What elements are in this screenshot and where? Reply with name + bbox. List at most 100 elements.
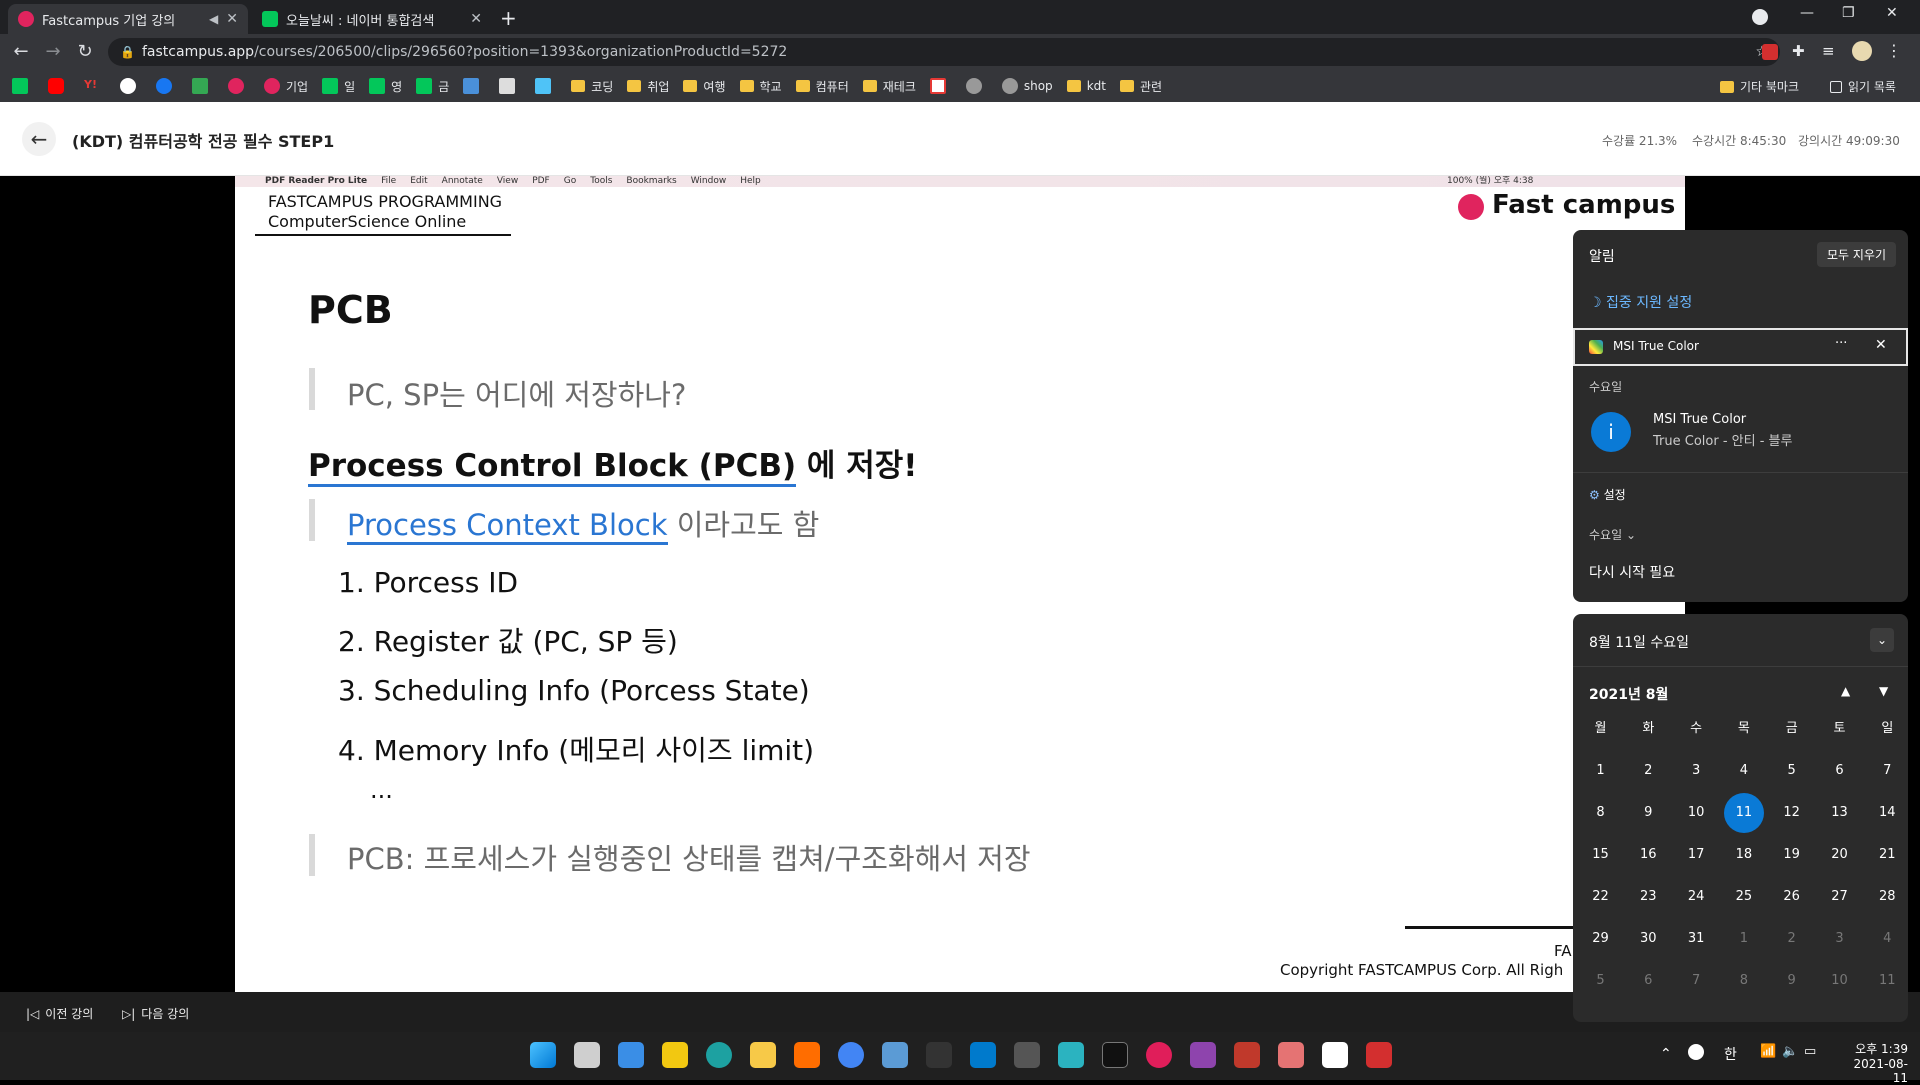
- notion-icon[interactable]: [1322, 1042, 1348, 1068]
- visual-studio-icon[interactable]: [1190, 1042, 1216, 1068]
- calendar-day[interactable]: 8: [1577, 792, 1624, 834]
- chrome-icon[interactable]: [838, 1042, 864, 1068]
- maximize-button[interactable]: ❐: [1842, 5, 1855, 21]
- calendar-day[interactable]: 31: [1673, 918, 1720, 960]
- bookmark-facebook-icon[interactable]: [156, 78, 178, 94]
- bookmark-folder[interactable]: 취업: [627, 78, 669, 95]
- bookmark-folder[interactable]: 코딩: [571, 78, 613, 95]
- calendar-day[interactable]: 3: [1673, 750, 1720, 792]
- minimize-button[interactable]: —: [1800, 5, 1814, 21]
- start-windows-icon[interactable]: [530, 1042, 556, 1068]
- notification-group-toggle[interactable]: 수요일 ⌄: [1589, 526, 1636, 543]
- calendar-day[interactable]: 9: [1768, 960, 1815, 1002]
- calendar-day[interactable]: 9: [1625, 792, 1672, 834]
- app-icon[interactable]: [926, 1042, 952, 1068]
- calendar-day[interactable]: 26: [1768, 876, 1815, 918]
- calendar-day[interactable]: 19: [1768, 834, 1815, 876]
- prev-lecture-button[interactable]: |◁ 이전 강의: [26, 1005, 93, 1022]
- bookmark-yahoo-icon[interactable]: Y!: [84, 78, 106, 94]
- back-arrow-icon[interactable]: ←: [8, 40, 34, 64]
- close-tab-icon[interactable]: ✕: [470, 11, 482, 27]
- bookmark-fastcampus-icon[interactable]: [228, 78, 250, 94]
- address-bar[interactable]: 🔒 fastcampus.app/courses/206500/clips/29…: [108, 38, 1780, 66]
- chevron-up-icon[interactable]: ⌃: [1660, 1046, 1672, 1062]
- tab-naver[interactable]: 오늘날씨 : 네이버 통합검색 ✕: [252, 4, 492, 34]
- clear-all-button[interactable]: 모두 지우기: [1816, 242, 1896, 267]
- edge-icon[interactable]: [706, 1042, 732, 1068]
- close-window-button[interactable]: ✕: [1886, 5, 1898, 21]
- calendar-day[interactable]: 22: [1577, 876, 1624, 918]
- bookmark-icon[interactable]: [535, 78, 557, 94]
- calendar-day[interactable]: 14: [1864, 792, 1908, 834]
- reading-list-button[interactable]: 읽기 목록: [1830, 78, 1896, 95]
- bookmark-google-icon[interactable]: [120, 78, 142, 94]
- wifi-icon[interactable]: 📶: [1760, 1044, 1776, 1059]
- calendar-day[interactable]: 23: [1625, 876, 1672, 918]
- calendar-day[interactable]: 24: [1673, 876, 1720, 918]
- calendar-day[interactable]: 7: [1864, 750, 1908, 792]
- calendar-day[interactable]: 29: [1577, 918, 1624, 960]
- calendar-day[interactable]: 10: [1816, 960, 1863, 1002]
- calendar-day[interactable]: 30: [1625, 918, 1672, 960]
- profile-menu-icon[interactable]: [1752, 9, 1768, 25]
- calendar-day[interactable]: 4: [1864, 918, 1908, 960]
- calendar-month-label[interactable]: 2021년 8월: [1589, 684, 1668, 704]
- reload-icon[interactable]: ↻: [72, 40, 98, 64]
- more-options-icon[interactable]: ···: [1835, 336, 1847, 351]
- calendar-day[interactable]: 6: [1625, 960, 1672, 1002]
- calendar-day[interactable]: 3: [1816, 918, 1863, 960]
- slack-icon[interactable]: [1146, 1042, 1172, 1068]
- calendar-day[interactable]: 2: [1625, 750, 1672, 792]
- calendar-day-today[interactable]: 11: [1720, 792, 1767, 834]
- extensions-puzzle-icon[interactable]: ✚: [1792, 42, 1805, 60]
- bookmark-apple-icon[interactable]: [965, 78, 988, 94]
- new-tab-button[interactable]: +: [500, 6, 517, 30]
- close-tab-icon[interactable]: ✕: [226, 11, 238, 27]
- next-month-arrow-icon[interactable]: ▼: [1879, 684, 1888, 698]
- bookmark-folder[interactable]: 학교: [739, 78, 782, 95]
- bookmark-item[interactable]: 금: [416, 78, 449, 95]
- prev-month-arrow-icon[interactable]: ▲: [1841, 684, 1850, 698]
- bookmark-item[interactable]: shop: [1001, 78, 1053, 94]
- volume-icon[interactable]: 🔈: [1782, 1044, 1798, 1059]
- calendar-day[interactable]: 1: [1577, 750, 1624, 792]
- app-icon[interactable]: [1234, 1042, 1260, 1068]
- acrobat-icon[interactable]: [1366, 1042, 1392, 1068]
- calendar-day[interactable]: 5: [1577, 960, 1624, 1002]
- bookmark-item[interactable]: 영: [369, 78, 402, 95]
- calendar-day[interactable]: 10: [1673, 792, 1720, 834]
- clock[interactable]: 오후 1:39 2021-08-11: [1842, 1040, 1908, 1085]
- bookmark-naver-icon[interactable]: [12, 78, 34, 94]
- collapse-calendar-chevron-icon[interactable]: ⌄: [1870, 628, 1894, 652]
- bookmark-folder[interactable]: 관련: [1119, 78, 1162, 95]
- restart-required[interactable]: 다시 시작 필요: [1589, 562, 1675, 582]
- next-lecture-button[interactable]: ▷| 다음 강의: [122, 1005, 189, 1022]
- settings-notification[interactable]: ⚙ 설정: [1589, 486, 1626, 503]
- calendar-day[interactable]: 7: [1673, 960, 1720, 1002]
- calendar-day[interactable]: 27: [1816, 876, 1863, 918]
- bookmark-item[interactable]: 기업: [264, 78, 308, 95]
- widgets-icon[interactable]: [618, 1042, 644, 1068]
- tab-fastcampus[interactable]: Fastcampus 기업 강의 ◀︎ ✕: [8, 4, 248, 34]
- speaker-icon[interactable]: ◀︎: [209, 12, 218, 26]
- bookmark-icon[interactable]: [463, 78, 485, 94]
- battery-icon[interactable]: ▭: [1804, 1044, 1816, 1059]
- sticky-notes-icon[interactable]: [662, 1042, 688, 1068]
- calendar-day[interactable]: 25: [1720, 876, 1767, 918]
- calendar-day[interactable]: 5: [1768, 750, 1815, 792]
- ime-indicator[interactable]: 한: [1724, 1044, 1737, 1064]
- browser-menu-icon[interactable]: ⋮: [1886, 41, 1902, 60]
- calendar-day[interactable]: 21: [1864, 834, 1908, 876]
- app-icon[interactable]: [794, 1042, 820, 1068]
- calendar-day[interactable]: 8: [1720, 960, 1767, 1002]
- task-view-icon[interactable]: [574, 1042, 600, 1068]
- acrobat-extension-icon[interactable]: [1762, 44, 1778, 60]
- back-button[interactable]: ←: [22, 122, 56, 156]
- notepad-icon[interactable]: [882, 1042, 908, 1068]
- vscode-icon[interactable]: [970, 1042, 996, 1068]
- app-icon[interactable]: [1278, 1042, 1304, 1068]
- app-icon[interactable]: [1058, 1042, 1084, 1068]
- calendar-day[interactable]: 12: [1768, 792, 1815, 834]
- forward-arrow-icon[interactable]: →: [40, 40, 66, 64]
- calendar-day[interactable]: 16: [1625, 834, 1672, 876]
